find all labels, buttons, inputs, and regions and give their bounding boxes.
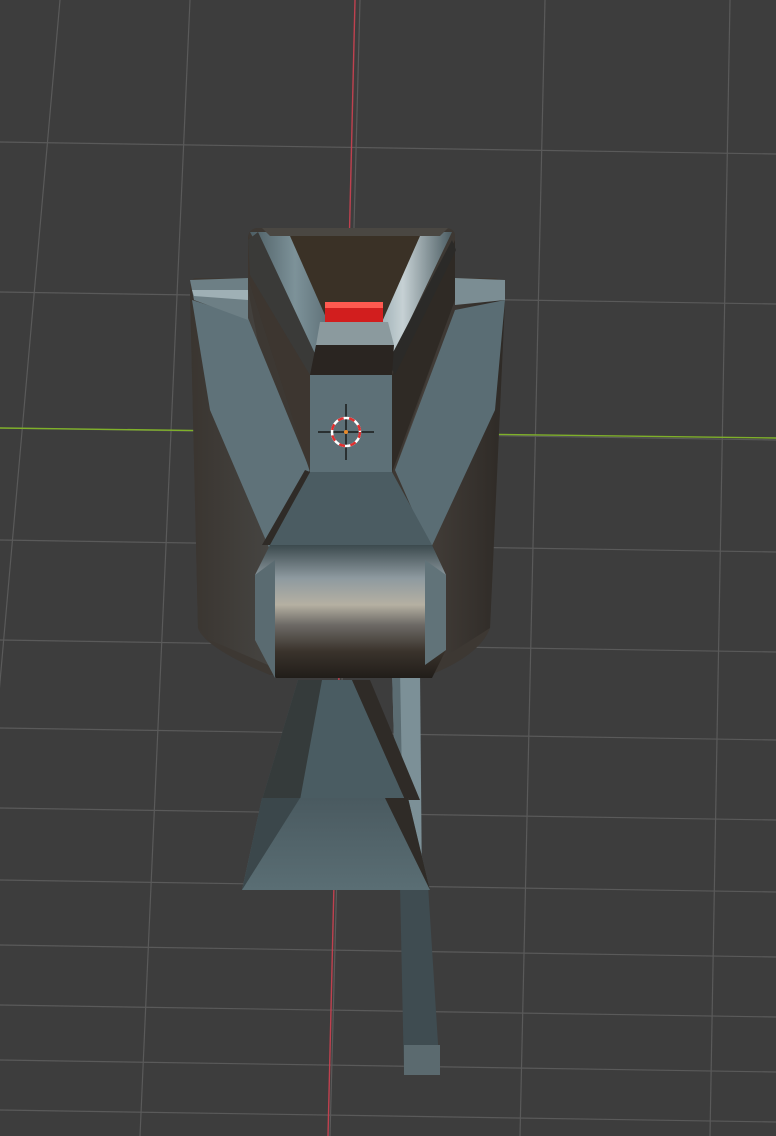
bottom-band-right-edge <box>425 560 446 665</box>
opening-rim-dark <box>310 345 394 375</box>
mesh-object[interactable] <box>190 228 505 1075</box>
grid-line-vertical <box>0 0 61 689</box>
red-accent-highlight <box>325 302 383 308</box>
tail-strap-end <box>404 1045 440 1075</box>
viewport-canvas[interactable] <box>0 0 776 1136</box>
center-channel <box>310 375 392 472</box>
grid-line-horizontal <box>0 1109 776 1123</box>
bottom-band <box>255 545 446 678</box>
grid-line-vertical <box>519 0 546 1136</box>
grid-line-vertical <box>139 0 191 1136</box>
opening-rim <box>316 322 394 345</box>
top-lip <box>262 228 448 236</box>
grid-line-horizontal <box>0 1059 776 1073</box>
grid-line-horizontal <box>0 1004 776 1018</box>
grid-line-vertical <box>709 0 731 1136</box>
grid-line-horizontal <box>0 141 776 155</box>
3d-viewport[interactable] <box>0 0 776 1136</box>
grid-line-horizontal <box>0 944 776 958</box>
cursor-center-dot <box>344 430 348 434</box>
